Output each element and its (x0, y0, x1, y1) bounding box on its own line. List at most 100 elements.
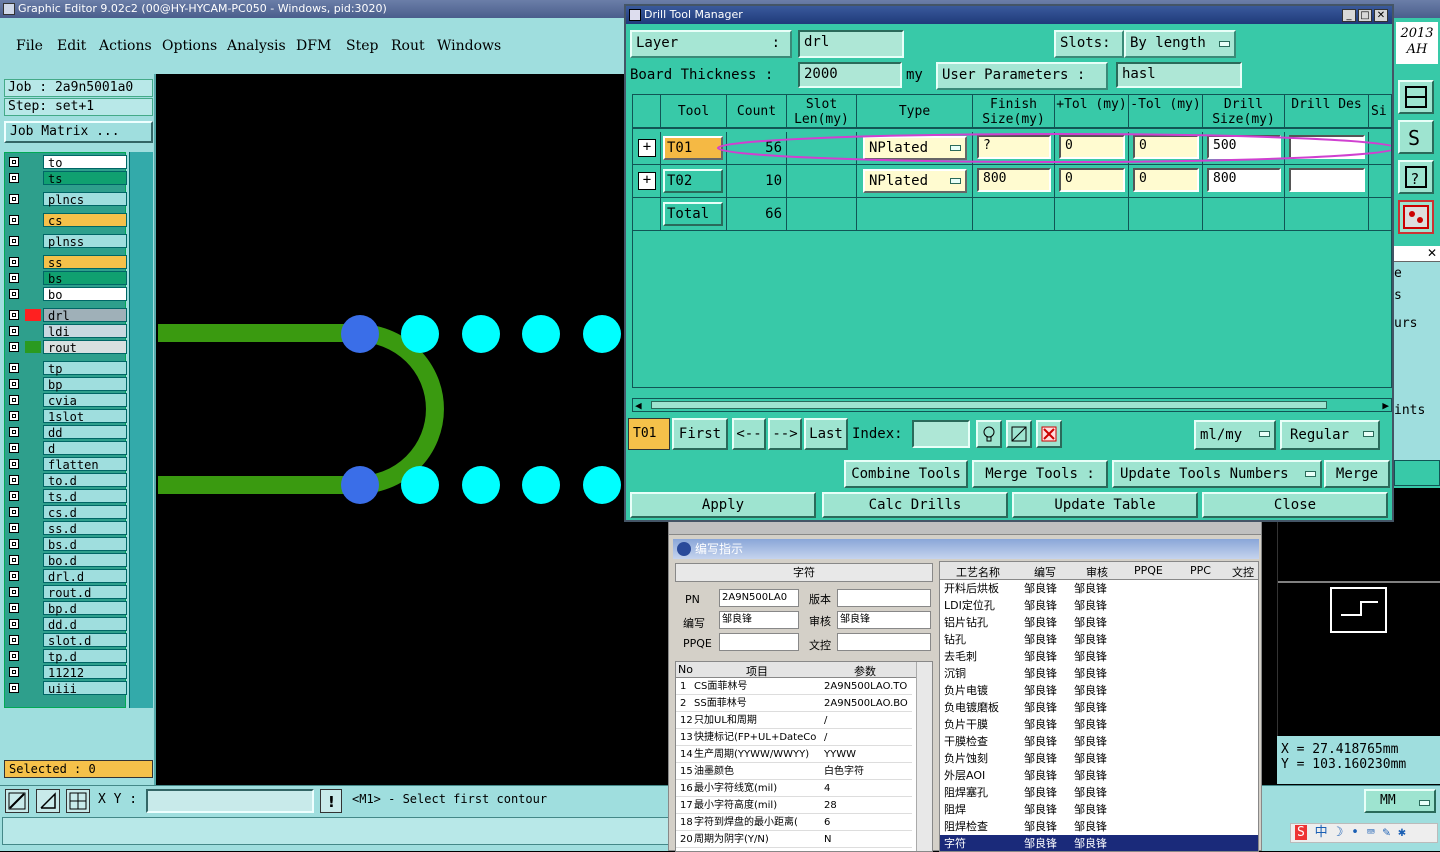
layer-row-bs[interactable]: bs (7, 271, 127, 286)
layer-row-tp.d[interactable]: tp.d (7, 649, 127, 664)
process-row[interactable]: 铝片钻孔 邹良锋 邹良锋 (940, 614, 1258, 631)
delete-button[interactable] (1036, 420, 1062, 448)
snap-tool-button[interactable]: S (1398, 120, 1434, 154)
layer-row-slot.d[interactable]: slot.d (7, 633, 127, 648)
instruction-row[interactable]: 16 最小字符线宽(mil) 4 (676, 780, 912, 797)
slots-dropdown[interactable]: By length (1124, 30, 1236, 58)
instruction-row[interactable]: 15 油墨颜色 白色字符 (676, 763, 912, 780)
layer-checkbox[interactable] (9, 395, 19, 405)
xy-input[interactable] (146, 789, 314, 813)
layer-checkbox[interactable] (9, 523, 19, 533)
layer-checkbox[interactable] (9, 555, 19, 565)
layer-row-d[interactable]: d (7, 441, 127, 456)
layer-row-cs.d[interactable]: cs.d (7, 505, 127, 520)
instruction-row[interactable]: 12 只加UL和周期 / (676, 712, 912, 729)
table-h-scrollbar[interactable]: ◀ ▶ (632, 398, 1392, 412)
layer-checkbox[interactable] (9, 587, 19, 597)
units-dropdown[interactable]: MM (1364, 789, 1436, 813)
layer-checkbox[interactable] (9, 539, 19, 549)
doc-control-field[interactable] (837, 633, 931, 651)
update-tools-numbers-dropdown[interactable]: Update Tools Numbers (1112, 460, 1322, 488)
process-row[interactable]: 去毛刺 邹良锋 邹良锋 (940, 648, 1258, 665)
menu-rout[interactable]: Rout (391, 38, 425, 54)
layer-row-plnss[interactable]: plnss (7, 234, 127, 249)
process-row[interactable]: 阻焊 邹良锋 邹良锋 (940, 801, 1258, 818)
process-row[interactable]: 负片蚀刻 邹良锋 邹良锋 (940, 750, 1258, 767)
drill-tool-button[interactable] (1398, 200, 1434, 234)
apply-button[interactable]: Apply (630, 492, 816, 518)
process-row[interactable]: LDI定位孔 邹良锋 邹良锋 (940, 597, 1258, 614)
process-row[interactable]: 字符 邹良锋 邹良锋 (940, 835, 1258, 851)
menu-actions[interactable]: Actions (99, 38, 152, 54)
layer-checkbox[interactable] (9, 491, 19, 501)
process-row[interactable]: 开料后烘板 邹良锋 邹良锋 (940, 580, 1258, 597)
merge-button[interactable]: Merge (1324, 460, 1390, 488)
first-button[interactable]: First (672, 418, 728, 450)
layer-checkbox[interactable] (9, 683, 19, 693)
preview-window[interactable] (1277, 520, 1440, 736)
pn-field[interactable]: 2A9N500LA0 (719, 589, 799, 607)
layer-row-drl[interactable]: drl (7, 308, 127, 323)
scroll-right-icon[interactable]: ▶ (1382, 399, 1389, 412)
version-field[interactable] (837, 589, 931, 607)
layer-checkbox[interactable] (9, 326, 19, 336)
layer-row-plncs[interactable]: plncs (7, 192, 127, 207)
layer-row-dd[interactable]: dd (7, 425, 127, 440)
units-dropdown[interactable]: ml/my (1194, 420, 1276, 450)
layer-checkbox[interactable] (9, 603, 19, 613)
process-row[interactable]: 钻孔 邹良锋 邹良锋 (940, 631, 1258, 648)
layer-checkbox[interactable] (9, 459, 19, 469)
ime-toolbar[interactable]: S 中 ☽ • ⌨ ✎ ✱ (1290, 823, 1438, 843)
menu-windows[interactable]: Windows (437, 38, 501, 54)
menu-step[interactable]: Step (346, 38, 378, 54)
layer-row-bp.d[interactable]: bp.d (7, 601, 127, 616)
layer-checkbox[interactable] (9, 619, 19, 629)
close-icon[interactable]: ✕ (1427, 246, 1437, 260)
layer-row-cvia[interactable]: cvia (7, 393, 127, 408)
layer-checkbox[interactable] (9, 310, 19, 320)
instruction-row[interactable]: 2 SS面菲林号 2A9N500LAO.BO (676, 695, 912, 712)
review-field[interactable]: 邹良锋 (837, 611, 931, 629)
layer-row-ldi[interactable]: ldi (7, 324, 127, 339)
minimize-icon[interactable]: _ (1342, 9, 1356, 22)
process-row[interactable]: 干膜检查 邹良锋 邹良锋 (940, 733, 1258, 750)
layer-row-bp[interactable]: bp (7, 377, 127, 392)
process-row[interactable]: 负电镀磨板 邹良锋 邹良锋 (940, 699, 1258, 716)
layer-row-1slot[interactable]: 1slot (7, 409, 127, 424)
measure-button[interactable] (36, 789, 60, 813)
layer-row-tp[interactable]: tp (7, 361, 127, 376)
layer-checkbox[interactable] (9, 475, 19, 485)
layer-row-to.d[interactable]: to.d (7, 473, 127, 488)
layer-checkbox[interactable] (9, 667, 19, 677)
layer-row-bo[interactable]: bo (7, 287, 127, 302)
layer-checkbox[interactable] (9, 342, 19, 352)
layer-checkbox[interactable] (9, 257, 19, 267)
menu-dfm[interactable]: DFM (296, 38, 331, 54)
maximize-icon[interactable]: □ (1358, 9, 1372, 22)
process-row[interactable]: 外层AOI 邹良锋 邹良锋 (940, 767, 1258, 784)
layer-checkbox[interactable] (9, 157, 19, 167)
process-row[interactable]: 阻焊塞孔 邹良锋 邹良锋 (940, 784, 1258, 801)
layer-row-ss[interactable]: ss (7, 255, 127, 270)
layer-row-flatten[interactable]: flatten (7, 457, 127, 472)
layer-row-ss.d[interactable]: ss.d (7, 521, 127, 536)
job-matrix-button[interactable]: Job Matrix ... (4, 121, 153, 143)
menu-edit[interactable]: Edit (57, 38, 86, 54)
layer-checkbox[interactable] (9, 173, 19, 183)
mode-dropdown[interactable]: Regular (1280, 420, 1380, 450)
layer-checkbox[interactable] (9, 273, 19, 283)
layer-row-uiii[interactable]: uiii (7, 681, 127, 696)
layer-row-11212[interactable]: 11212 (7, 665, 127, 680)
process-row[interactable]: 沉铜 邹良锋 邹良锋 (940, 665, 1258, 682)
instruction-row[interactable]: 1 CS面菲林号 2A9N500LAO.TO (676, 678, 912, 695)
instruction-row[interactable]: 18 字符到焊盘的最小距离(6 (676, 814, 912, 831)
layer-scrollbar[interactable] (129, 152, 153, 708)
grid-button[interactable] (66, 789, 90, 813)
user-parameters-input[interactable]: hasl (1116, 62, 1242, 88)
prev-button[interactable]: <-- (732, 418, 766, 450)
layer-checkbox[interactable] (9, 411, 19, 421)
layer-checkbox[interactable] (9, 379, 19, 389)
next-button[interactable]: --> (768, 418, 802, 450)
help-button[interactable]: ? (1398, 160, 1434, 194)
update-table-button[interactable]: Update Table (1012, 492, 1198, 518)
